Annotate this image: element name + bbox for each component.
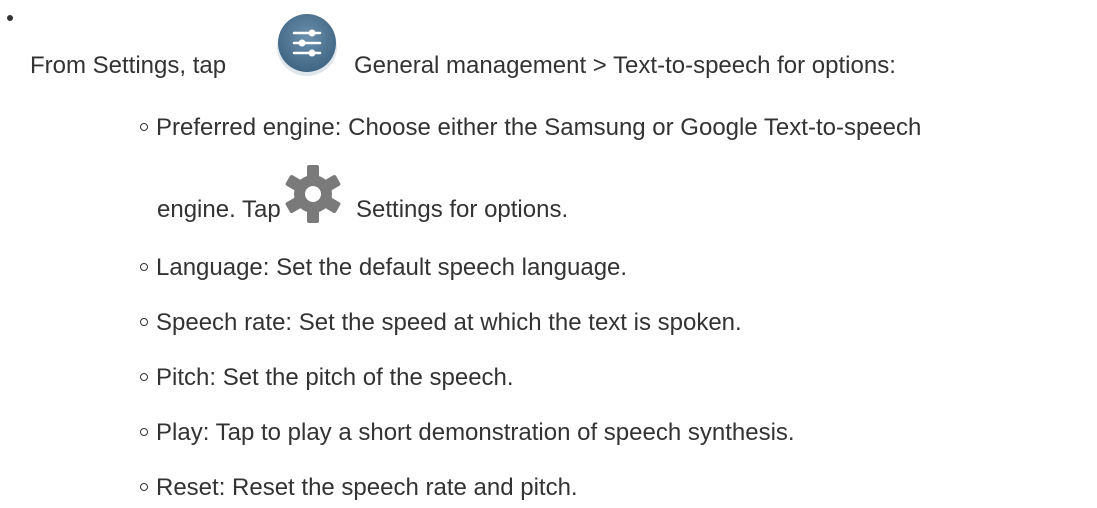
option-text: Speech rate: Set the speed at which the … [156, 309, 742, 336]
circle-bullet [140, 317, 148, 326]
intro-text-after: General management > Text-to-speech for … [354, 52, 896, 79]
circle-bullet [140, 372, 148, 381]
option-text: Reset: Reset the speech rate and pitch. [156, 474, 578, 501]
option-text: Preferred engine: Choose either the Sams… [156, 114, 922, 141]
general-management-icon [277, 14, 337, 76]
circle-bullet [140, 122, 148, 131]
option-speech-rate: Speech rate: Set the speed at which the … [138, 309, 742, 337]
option-text: Language: Set the default speech languag… [156, 254, 628, 281]
gear-icon [285, 165, 341, 223]
option-preferred-engine: Preferred engine: Choose either the Sams… [138, 114, 921, 142]
option-pitch: Pitch: Set the pitch of the speech. [138, 364, 514, 392]
option-text: Play: Tap to play a short demonstration … [156, 419, 795, 446]
circle-bullet [140, 482, 148, 491]
option-text-after: Settings for options. [356, 196, 569, 223]
option-language: Language: Set the default speech languag… [138, 254, 627, 282]
option-text-before: engine. Tap [157, 196, 281, 223]
circle-bullet [140, 427, 148, 436]
intro-text-before: From Settings, tap [30, 52, 227, 79]
option-text: Pitch: Set the pitch of the speech. [156, 364, 514, 391]
option-play: Play: Tap to play a short demonstration … [138, 419, 795, 447]
bullet-dot [7, 15, 13, 21]
circle-bullet [140, 262, 148, 271]
option-reset: Reset: Reset the speech rate and pitch. [138, 474, 578, 502]
